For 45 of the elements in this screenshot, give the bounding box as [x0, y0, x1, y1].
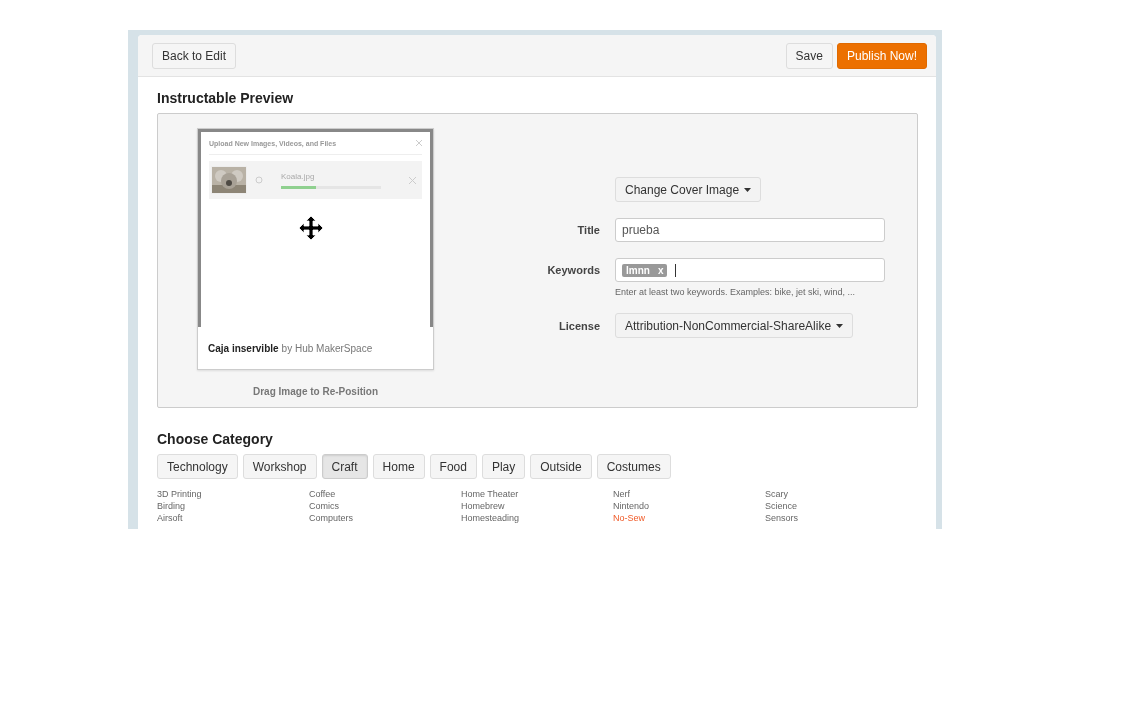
- category-tab[interactable]: Outside: [530, 454, 592, 479]
- title-input[interactable]: prueba: [615, 218, 885, 242]
- move-cursor-icon: [297, 214, 325, 242]
- section-heading: Instructable Preview: [157, 89, 295, 108]
- caret-icon: [836, 323, 844, 328]
- keywords-hint: Enter at least two keywords. Examples: bike, jet ski, wind, ...: [615, 287, 856, 297]
- text-cursor: [675, 263, 677, 277]
- back-to-edit-button[interactable]: Back to Edit: [152, 42, 237, 69]
- subcategory-link[interactable]: Nintendo: [613, 500, 650, 512]
- close-icon: [416, 140, 422, 146]
- subcategory-link[interactable]: Computers: [309, 512, 353, 524]
- subcategory-link[interactable]: No-Sew: [613, 512, 645, 524]
- category-tab[interactable]: Workshop: [242, 454, 317, 479]
- subcategory-link[interactable]: Sensors: [765, 512, 799, 524]
- category-tab[interactable]: Play: [481, 454, 526, 479]
- license-dropdown[interactable]: Attribution-NonCommercial-ShareAlike: [615, 313, 854, 338]
- change-cover-image-dropdown[interactable]: Change Cover Image: [615, 177, 762, 202]
- subcategory-link[interactable]: Homesteading: [461, 512, 520, 524]
- subcategory-link[interactable]: Comics: [309, 500, 339, 512]
- field-label: Title: [576, 224, 600, 236]
- drag-hint: Drag Image to Re-Position: [253, 386, 378, 397]
- remove-icon: [409, 176, 416, 184]
- subcategory-link[interactable]: 3D Printing: [157, 488, 202, 500]
- save-button[interactable]: Save: [785, 42, 833, 69]
- subcategory-link[interactable]: Airsoft: [157, 512, 183, 524]
- field-label: License: [558, 319, 600, 332]
- section-heading: Choose Category: [157, 430, 274, 449]
- subcategory-link[interactable]: Science: [765, 500, 798, 512]
- subcategory-link[interactable]: Home Theater: [461, 488, 519, 500]
- category-tab[interactable]: Craft: [321, 454, 368, 479]
- category-tab[interactable]: Home: [372, 454, 425, 479]
- subcategory-link[interactable]: Birding: [157, 500, 185, 512]
- subcategory-link[interactable]: Coffee: [309, 488, 336, 500]
- subcategory-link[interactable]: Scary: [765, 488, 788, 500]
- category-tab[interactable]: Food: [429, 454, 477, 479]
- file-name: Koala.jpg: [281, 171, 316, 181]
- spinner-icon: [255, 176, 263, 184]
- subcategory-link[interactable]: Homebrew: [461, 500, 505, 512]
- subcategory-link[interactable]: Nerf: [613, 488, 630, 500]
- project-caption: Caja inservible by Hub MakerSpace: [207, 341, 374, 356]
- field-label: Keywords: [546, 264, 600, 276]
- category-tab[interactable]: Costumes: [596, 454, 671, 479]
- keyword-tag: lmnn x: [622, 263, 668, 277]
- category-tab[interactable]: Technology: [157, 454, 238, 479]
- caret-icon: [744, 187, 752, 192]
